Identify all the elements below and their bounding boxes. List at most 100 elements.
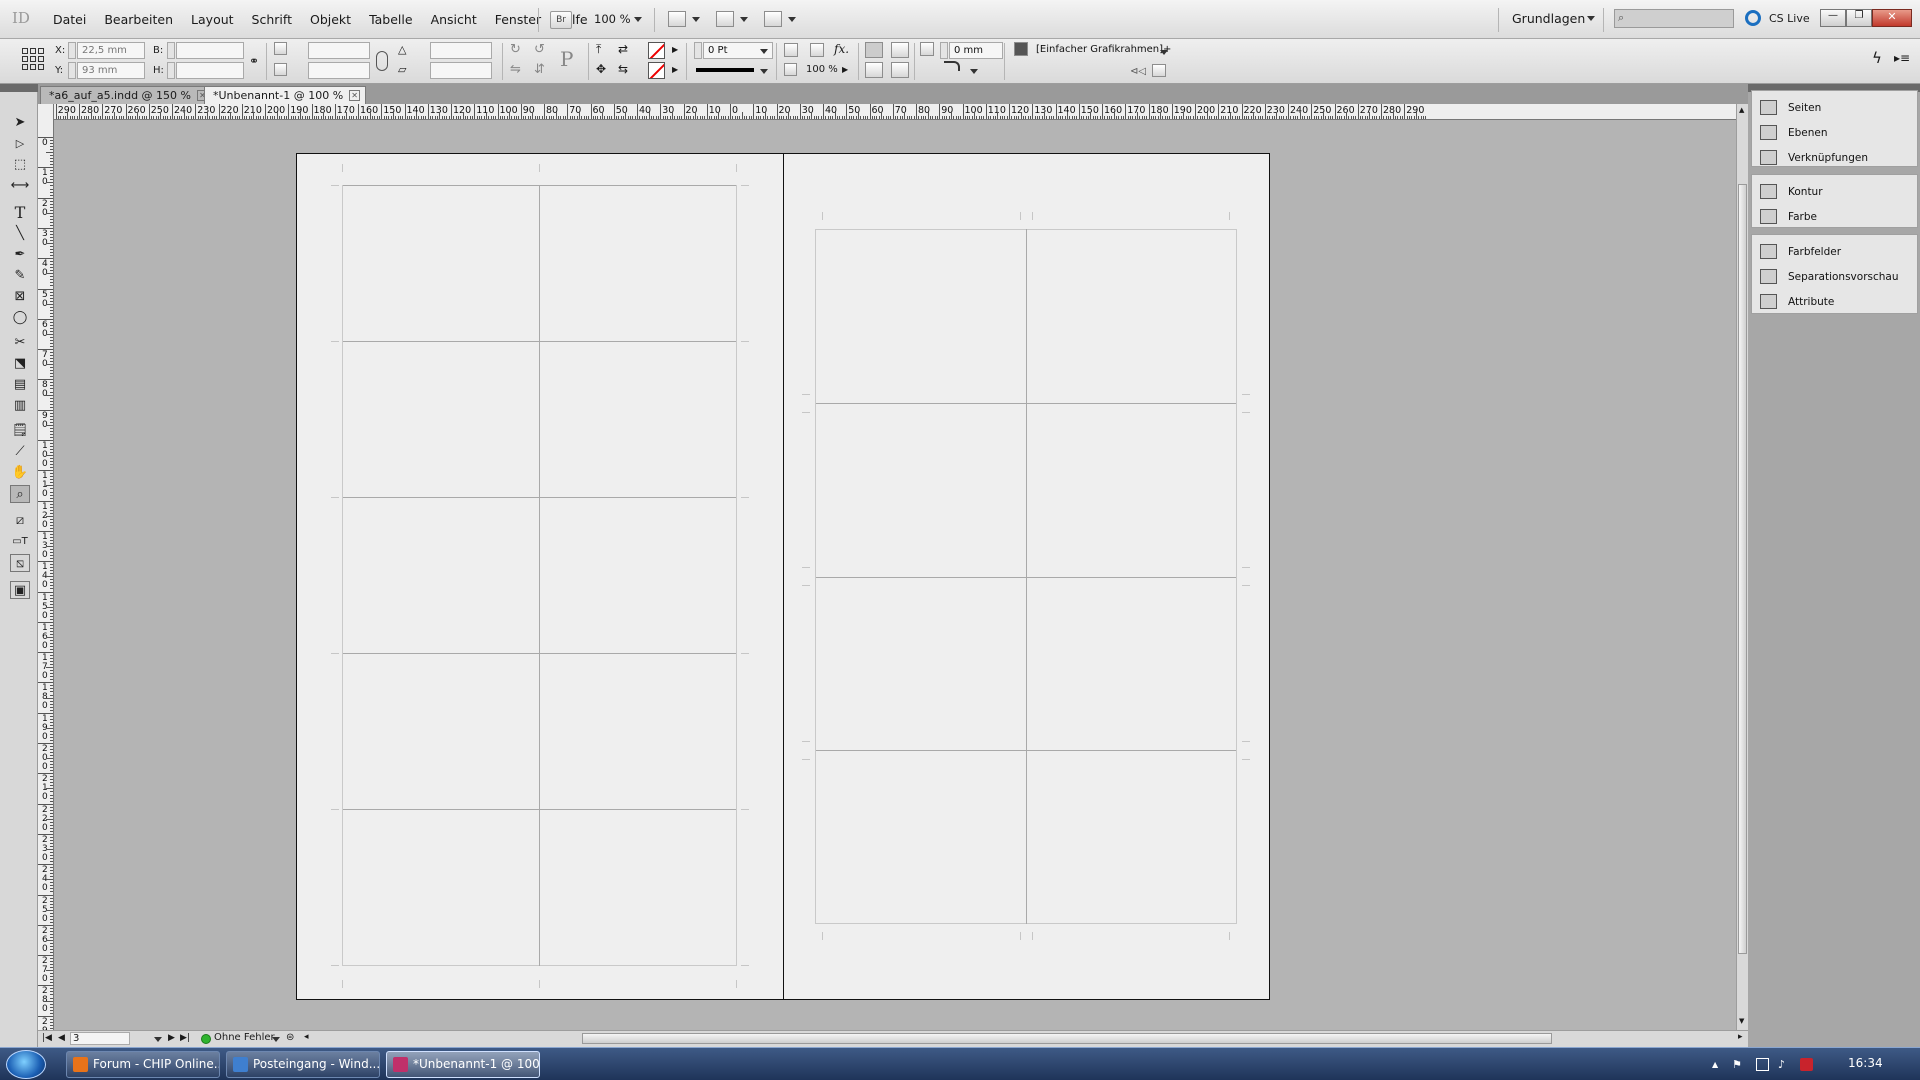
panel-item-farbfelder[interactable]: Farbfelder bbox=[1760, 242, 1915, 262]
page-number-field[interactable]: 3 bbox=[70, 1032, 130, 1045]
antivirus-icon[interactable] bbox=[1800, 1058, 1813, 1071]
offset-field[interactable]: 0 mm bbox=[949, 42, 1003, 59]
direct-selection-tool-icon[interactable]: ▷ bbox=[10, 135, 30, 153]
gradient-feather-tool-icon[interactable]: ▥ bbox=[10, 397, 30, 415]
text-wrap-shape-icon[interactable] bbox=[865, 62, 883, 78]
view-options-icon[interactable] bbox=[668, 11, 686, 27]
opacity-dropdown-icon[interactable]: ▶ bbox=[842, 65, 848, 74]
constrain-scale-icon[interactable] bbox=[376, 51, 388, 71]
effect-object-icon[interactable] bbox=[784, 43, 798, 57]
workspace-dropdown-icon[interactable] bbox=[1587, 16, 1595, 21]
flip-v-icon[interactable]: ⇵ bbox=[534, 62, 545, 77]
drop-shadow-icon[interactable] bbox=[810, 43, 824, 57]
rotate-cw-icon[interactable]: ↻ bbox=[510, 42, 521, 57]
menu-tabelle[interactable]: Tabelle bbox=[360, 12, 422, 27]
shear-angle-field[interactable] bbox=[430, 62, 492, 79]
scroll-right-icon[interactable]: ▸ bbox=[1738, 1032, 1743, 1042]
x-spinner[interactable] bbox=[68, 42, 76, 59]
previous-page-icon[interactable]: ◀ bbox=[58, 1033, 65, 1043]
width-field[interactable] bbox=[176, 42, 244, 59]
last-page-icon[interactable]: ▶| bbox=[180, 1033, 190, 1043]
panel-item-verknüpfungen[interactable]: Verknüpfungen bbox=[1760, 148, 1915, 168]
pencil-tool-icon[interactable]: ✎ bbox=[10, 267, 30, 285]
panel-item-seiten[interactable]: Seiten bbox=[1760, 98, 1915, 118]
close-icon[interactable]: ✕ bbox=[1872, 9, 1912, 27]
corner-shape-icon[interactable] bbox=[944, 61, 960, 71]
network-icon[interactable] bbox=[1756, 1058, 1769, 1071]
constrain-proportions-icon[interactable]: ⚭ bbox=[249, 54, 259, 68]
x-field[interactable]: 22,5 mm bbox=[77, 42, 145, 59]
offset-spinner[interactable] bbox=[940, 42, 948, 59]
stroke-swatch-icon[interactable] bbox=[648, 62, 665, 79]
vertical-scrollbar[interactable]: ▲ ▼ bbox=[1736, 104, 1748, 1030]
select-content-icon[interactable]: ✥ bbox=[596, 62, 606, 76]
zoom-dropdown-icon[interactable] bbox=[634, 17, 642, 22]
panel-item-kontur[interactable]: Kontur bbox=[1760, 182, 1915, 202]
fill-stroke-icon[interactable]: ⧄ bbox=[10, 512, 30, 530]
free-transform-tool-icon[interactable]: ⬔ bbox=[10, 355, 30, 373]
screen-mode-icon[interactable]: ▣ bbox=[10, 581, 30, 599]
panel-menu-icon[interactable]: ▸≡ bbox=[1894, 51, 1910, 65]
object-style-dropdown-icon[interactable] bbox=[1160, 50, 1168, 55]
taskbar-button[interactable]: Posteingang - Wind... bbox=[226, 1051, 380, 1078]
zoom-tool-icon[interactable]: ⌕ bbox=[10, 485, 30, 503]
left-page[interactable] bbox=[296, 153, 784, 1000]
arrange-documents-dropdown-icon[interactable] bbox=[788, 17, 796, 22]
view-options-dropdown-icon[interactable] bbox=[692, 17, 700, 22]
horizontal-ruler[interactable]: 290 280 270 260 250 240 230 220 210 200 190 180 170 1… bbox=[54, 104, 1736, 120]
panel-item-ebenen[interactable]: Ebenen bbox=[1760, 123, 1915, 143]
corner-shape-dropdown-icon[interactable] bbox=[970, 69, 978, 74]
line-tool-icon[interactable]: ╲ bbox=[10, 225, 30, 243]
preflight-dropdown-icon[interactable] bbox=[272, 1037, 280, 1042]
document-tab[interactable]: *a6_auf_a5.indd @ 150 % ✕ bbox=[40, 86, 214, 104]
scroll-left-icon[interactable]: ◂ bbox=[304, 1032, 309, 1042]
tray-overflow-icon[interactable]: ▲ bbox=[1712, 1060, 1718, 1069]
clear-overrides-icon[interactable]: ⊲◁ bbox=[1130, 66, 1146, 77]
object-style-options-icon[interactable] bbox=[1152, 64, 1166, 77]
scale-x-field[interactable] bbox=[308, 42, 370, 59]
text-wrap-none-icon[interactable] bbox=[865, 42, 883, 58]
search-input[interactable] bbox=[1614, 9, 1734, 28]
right-page[interactable] bbox=[783, 153, 1270, 1000]
first-page-icon[interactable]: |◀ bbox=[42, 1033, 52, 1043]
vertical-scroll-thumb[interactable] bbox=[1738, 184, 1747, 954]
eyedropper-tool-icon[interactable]: ⟋ bbox=[10, 443, 30, 461]
select-next-icon[interactable]: ⇄ bbox=[618, 42, 628, 56]
taskbar-button[interactable]: *Unbenannt-1 @ 100... bbox=[386, 1051, 540, 1078]
panel-item-separationsvorschau[interactable]: Separationsvorschau bbox=[1760, 267, 1915, 287]
menu-datei[interactable]: Datei bbox=[44, 12, 95, 27]
gap-tool-icon[interactable]: ⟷ bbox=[10, 177, 30, 195]
cs-live-label[interactable]: CS Live bbox=[1769, 12, 1810, 25]
cs-live-icon[interactable] bbox=[1745, 10, 1761, 26]
panel-item-attribute[interactable]: Attribute bbox=[1760, 292, 1915, 312]
text-wrap-jump-icon[interactable] bbox=[891, 62, 909, 78]
arrange-documents-icon[interactable] bbox=[764, 11, 782, 27]
start-button[interactable] bbox=[6, 1050, 46, 1079]
object-style-field[interactable]: [Einfacher Grafikrahmen]+ bbox=[1036, 44, 1171, 55]
preflight-status[interactable]: Ohne Fehler bbox=[214, 1032, 275, 1043]
flip-h-icon[interactable]: ⇋ bbox=[510, 62, 521, 77]
ellipse-tool-icon[interactable]: ◯ bbox=[10, 309, 30, 327]
document-tab[interactable]: *Unbenannt-1 @ 100 % ✕ bbox=[204, 86, 367, 104]
rectangle-frame-tool-icon[interactable]: ⊠ bbox=[10, 288, 30, 306]
height-spinner[interactable] bbox=[167, 62, 175, 79]
formatting-container-icon[interactable]: ▭T bbox=[10, 533, 30, 551]
stroke-type-sample[interactable] bbox=[696, 68, 754, 72]
selection-tool-icon[interactable]: ➤ bbox=[10, 114, 30, 132]
stroke-dropdown-icon[interactable]: ▶ bbox=[672, 65, 678, 74]
stroke-type-dropdown-icon[interactable] bbox=[760, 69, 768, 74]
volume-icon[interactable]: ♪ bbox=[1778, 1058, 1791, 1071]
fill-swatch-icon[interactable] bbox=[648, 42, 665, 59]
width-spinner[interactable] bbox=[167, 42, 175, 59]
page-dropdown-icon[interactable] bbox=[154, 1037, 162, 1042]
rotate-angle-field[interactable] bbox=[430, 42, 492, 59]
menu-objekt[interactable]: Objekt bbox=[301, 12, 360, 27]
tools-panel-header[interactable] bbox=[0, 84, 38, 92]
type-tool-icon[interactable]: T bbox=[10, 204, 30, 222]
horizontal-scroll-thumb[interactable] bbox=[582, 1033, 1552, 1044]
page-tool-icon[interactable]: ⬚ bbox=[10, 156, 30, 174]
screen-mode-icon[interactable] bbox=[716, 11, 734, 27]
opacity-field[interactable]: 100 % bbox=[806, 64, 838, 75]
hand-tool-icon[interactable]: ✋ bbox=[10, 464, 30, 482]
restore-icon[interactable]: ❐ bbox=[1846, 9, 1872, 27]
